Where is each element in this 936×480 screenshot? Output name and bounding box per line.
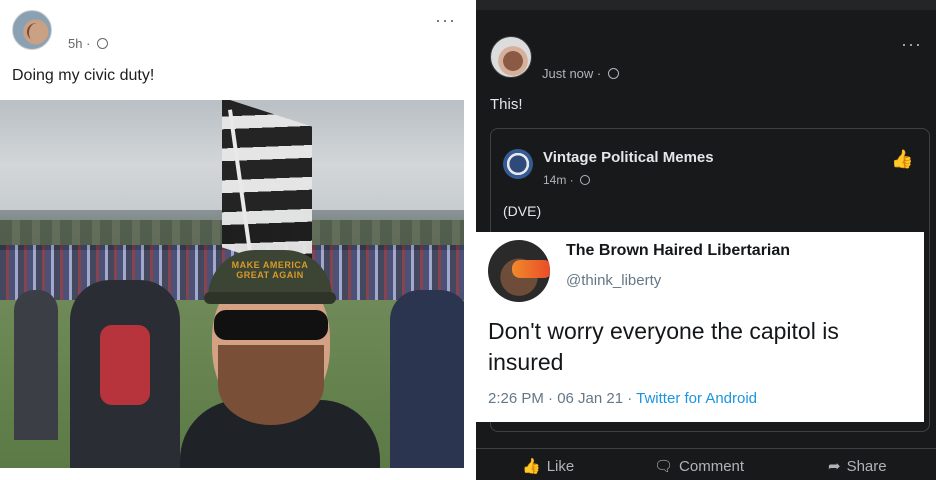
poster-avatar[interactable] xyxy=(12,10,52,50)
tweet-text: Don't worry everyone the capitol is insu… xyxy=(488,318,839,375)
comment-button[interactable]: 🗨 Comment xyxy=(654,457,744,475)
post-caption: This! xyxy=(490,96,523,113)
comment-label: Comment xyxy=(679,458,745,475)
screenshot-composite: 5h · ··· Doing my civic duty! MAKE AMERI… xyxy=(0,0,936,480)
share-button[interactable]: ➦ Share xyxy=(828,457,887,475)
left-facebook-post: 5h · ··· Doing my civic duty! MAKE AMERI… xyxy=(0,0,470,480)
post-meta: 5h · xyxy=(68,36,109,51)
shared-page-name[interactable]: Vintage Political Memes xyxy=(543,149,714,166)
shared-post-meta: 14m · xyxy=(543,173,591,187)
tweet-avatar xyxy=(488,240,550,302)
post-time[interactable]: 5h · xyxy=(68,36,90,51)
globe-icon xyxy=(97,38,109,49)
photo-backpack xyxy=(100,325,150,405)
photo-person xyxy=(14,290,58,440)
thumbs-up-icon[interactable]: 👍 xyxy=(891,149,913,169)
thumbs-up-icon: 👍 xyxy=(522,458,541,475)
poster-avatar[interactable] xyxy=(490,36,532,78)
photo-sunglasses xyxy=(214,310,328,340)
share-icon: ➦ xyxy=(828,458,841,475)
like-label: Like xyxy=(546,458,575,475)
tweet-author-handle: @think_liberty xyxy=(566,272,662,289)
tweet-footer: 2:26 PM · 06 Jan 21 · Twitter for Androi… xyxy=(488,390,757,407)
tweet-screenshot[interactable]: The Brown Haired Libertarian @think_libe… xyxy=(476,232,924,422)
shared-post-time[interactable]: 14m · xyxy=(543,173,574,187)
photo-cap-brim xyxy=(204,292,336,304)
post-time[interactable]: Just now · xyxy=(542,66,601,81)
post-caption: Doing my civic duty! xyxy=(12,67,155,84)
tweet-timestamp: 2:26 PM · 06 Jan 21 · xyxy=(488,390,637,407)
more-options-icon[interactable]: ··· xyxy=(435,10,456,31)
page-avatar[interactable] xyxy=(503,149,533,179)
photo-beard xyxy=(218,345,324,425)
more-options-icon[interactable]: ··· xyxy=(901,34,922,55)
post-photo[interactable]: MAKE AMERICA GREAT AGAIN xyxy=(0,100,464,468)
photo-cap-text: MAKE AMERICA GREAT AGAIN xyxy=(231,260,309,280)
post-meta: Just now · xyxy=(542,66,619,81)
shared-post-text: (DVE) xyxy=(503,203,542,219)
comment-icon: 🗨 xyxy=(654,458,674,475)
globe-icon xyxy=(580,175,591,185)
like-button[interactable]: 👍 Like xyxy=(522,457,574,475)
tweet-source-app: Twitter for Android xyxy=(636,390,758,407)
top-strip xyxy=(476,0,936,10)
tweet-author-name: The Brown Haired Libertarian xyxy=(566,242,791,259)
globe-icon xyxy=(607,68,619,79)
share-label: Share xyxy=(846,458,887,475)
post-actions-bar: 👍 Like 🗨 Comment ➦ Share xyxy=(476,448,936,480)
photo-person xyxy=(390,290,464,468)
